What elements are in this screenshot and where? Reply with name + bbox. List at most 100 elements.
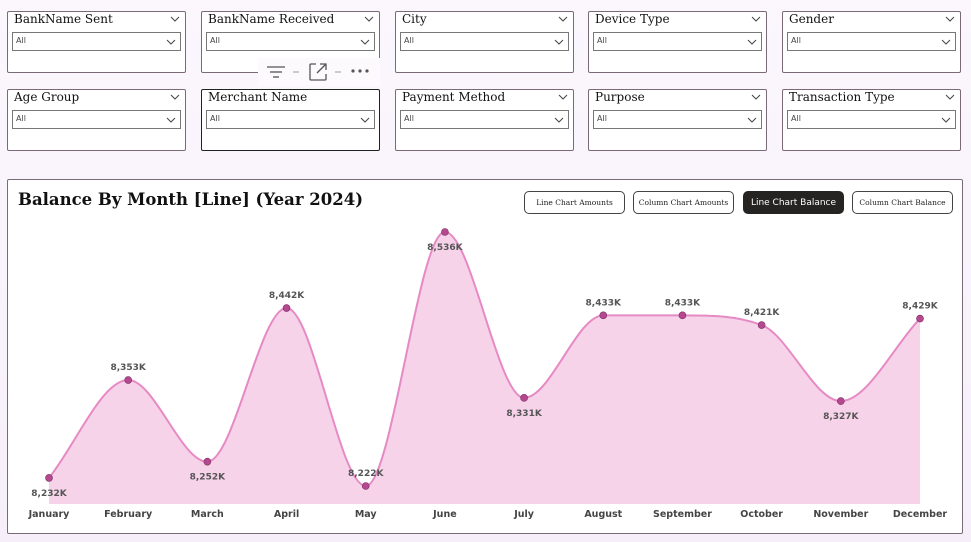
slicer-title: Transaction Type [789,90,895,104]
chevron-down-icon [747,39,757,45]
data-point-march[interactable] [203,457,212,466]
chevron-down-icon[interactable] [558,14,568,24]
x-axis-label: July [513,509,535,520]
chevron-down-icon[interactable] [751,92,761,102]
data-label: 8,353K [110,363,146,373]
slicer-value: All [16,114,26,123]
data-point-july[interactable] [520,394,528,402]
data-point-june[interactable] [441,228,449,236]
chevron-down-icon[interactable] [945,92,955,102]
separator-icon [335,71,341,73]
slicer-dropdown[interactable]: All [593,32,762,51]
data-label: 8,433K [665,298,701,308]
chevron-down-icon[interactable] [751,14,761,24]
x-axis-label: October [740,509,783,520]
data-label: 8,252K [190,473,226,483]
slicer-value: All [404,114,414,123]
slicer-device-type[interactable]: Device Type All [588,11,767,73]
x-axis-label: August [584,509,622,520]
data-point-january[interactable] [45,474,53,482]
visual-header-toolbar [258,58,380,86]
x-axis-label: April [274,509,299,520]
separator-icon [293,71,299,73]
data-point-august[interactable] [599,311,608,320]
slicer-dropdown[interactable]: All [787,32,956,51]
slicer-title: Age Group [14,90,80,104]
slicer-value: All [210,114,220,123]
data-label: 8,327K [823,412,859,422]
area-fill [49,232,920,504]
x-axis-label: March [191,509,224,520]
more-options-icon[interactable] [350,68,370,74]
slicer-dropdown[interactable]: All [400,32,569,51]
chevron-down-icon [360,39,370,45]
data-label: 8,331K [506,409,542,419]
data-label: 8,421K [744,308,780,318]
slicer-dropdown[interactable]: All [206,110,375,129]
slicer-city[interactable]: City All [395,11,574,73]
slicer-gender[interactable]: Gender All [782,11,961,73]
chevron-down-icon[interactable] [558,92,568,102]
chevron-down-icon [166,117,176,123]
slicer-transaction-type[interactable]: Transaction Type All [782,89,961,151]
slicer-title: Purpose [595,90,645,104]
chevron-down-icon [360,117,370,123]
slicer-title: BankName Received [208,12,335,26]
slicer-dropdown[interactable]: All [12,32,181,51]
data-label: 8,222K [348,469,384,479]
chevron-down-icon[interactable] [945,14,955,24]
chevron-down-icon [554,39,564,45]
data-label: 8,232K [31,489,67,499]
chevron-down-icon [747,117,757,123]
chevron-down-icon [941,39,951,45]
x-axis-label: June [432,509,457,520]
x-axis-label: November [813,509,868,520]
data-point-may[interactable] [361,482,370,490]
data-label: 8,429K [902,302,938,312]
filter-icon[interactable] [266,63,286,81]
chevron-down-icon [166,39,176,45]
slicer-value: All [404,36,414,45]
data-label: 8,433K [586,298,622,308]
chevron-down-icon[interactable] [364,14,374,24]
balance-chart-card[interactable]: Balance By Month [Line] (Year 2024) Line… [7,179,963,534]
slicer-title: Device Type [595,12,670,26]
slicer-dropdown[interactable]: All [593,110,762,129]
data-label: 8,442K [269,291,305,301]
slicer-title: City [402,12,427,26]
data-point-october[interactable] [757,321,766,329]
slicer-value: All [597,114,607,123]
chevron-down-icon[interactable] [170,92,180,102]
slicer-payment-method[interactable]: Payment Method All [395,89,574,151]
x-axis-label: September [653,509,712,520]
slicer-title: Payment Method [402,90,506,104]
data-point-december[interactable] [916,314,924,323]
slicer-dropdown[interactable]: All [400,110,569,129]
slicer-title: Merchant Name [208,90,308,104]
slicer-dropdown[interactable]: All [206,32,375,51]
data-point-november[interactable] [837,397,845,405]
chevron-down-icon[interactable] [170,14,180,24]
balance-line-chart: 8,232K 8,353K 8,252K 8,442K 8,222K 8,536K 8,33… [28,228,948,520]
slicer-value: All [210,36,220,45]
slicer-dropdown[interactable]: All [12,110,181,129]
data-point-april[interactable] [282,304,291,312]
x-axis-label: December [893,509,948,520]
data-point-february[interactable] [124,376,132,384]
focus-mode-icon[interactable] [308,62,328,82]
x-axis-label: May [355,509,378,520]
slicer-dropdown[interactable]: All [787,110,956,129]
slicer-age-group[interactable]: Age Group All [7,89,186,151]
slicer-title: BankName Sent [14,12,113,26]
slicer-value: All [791,36,801,45]
slicer-purpose[interactable]: Purpose All [588,89,767,151]
slicer-merchant-name[interactable]: Merchant Name All [201,89,380,151]
x-axis-label: January [28,509,71,520]
slicer-title: Gender [789,12,834,26]
slicer-bankname-sent[interactable]: BankName Sent All [7,11,186,73]
data-label: 8,536K [427,243,463,253]
slicer-value: All [791,114,801,123]
slicer-value: All [16,36,26,45]
data-point-september[interactable] [678,311,687,320]
chevron-down-icon [941,117,951,123]
